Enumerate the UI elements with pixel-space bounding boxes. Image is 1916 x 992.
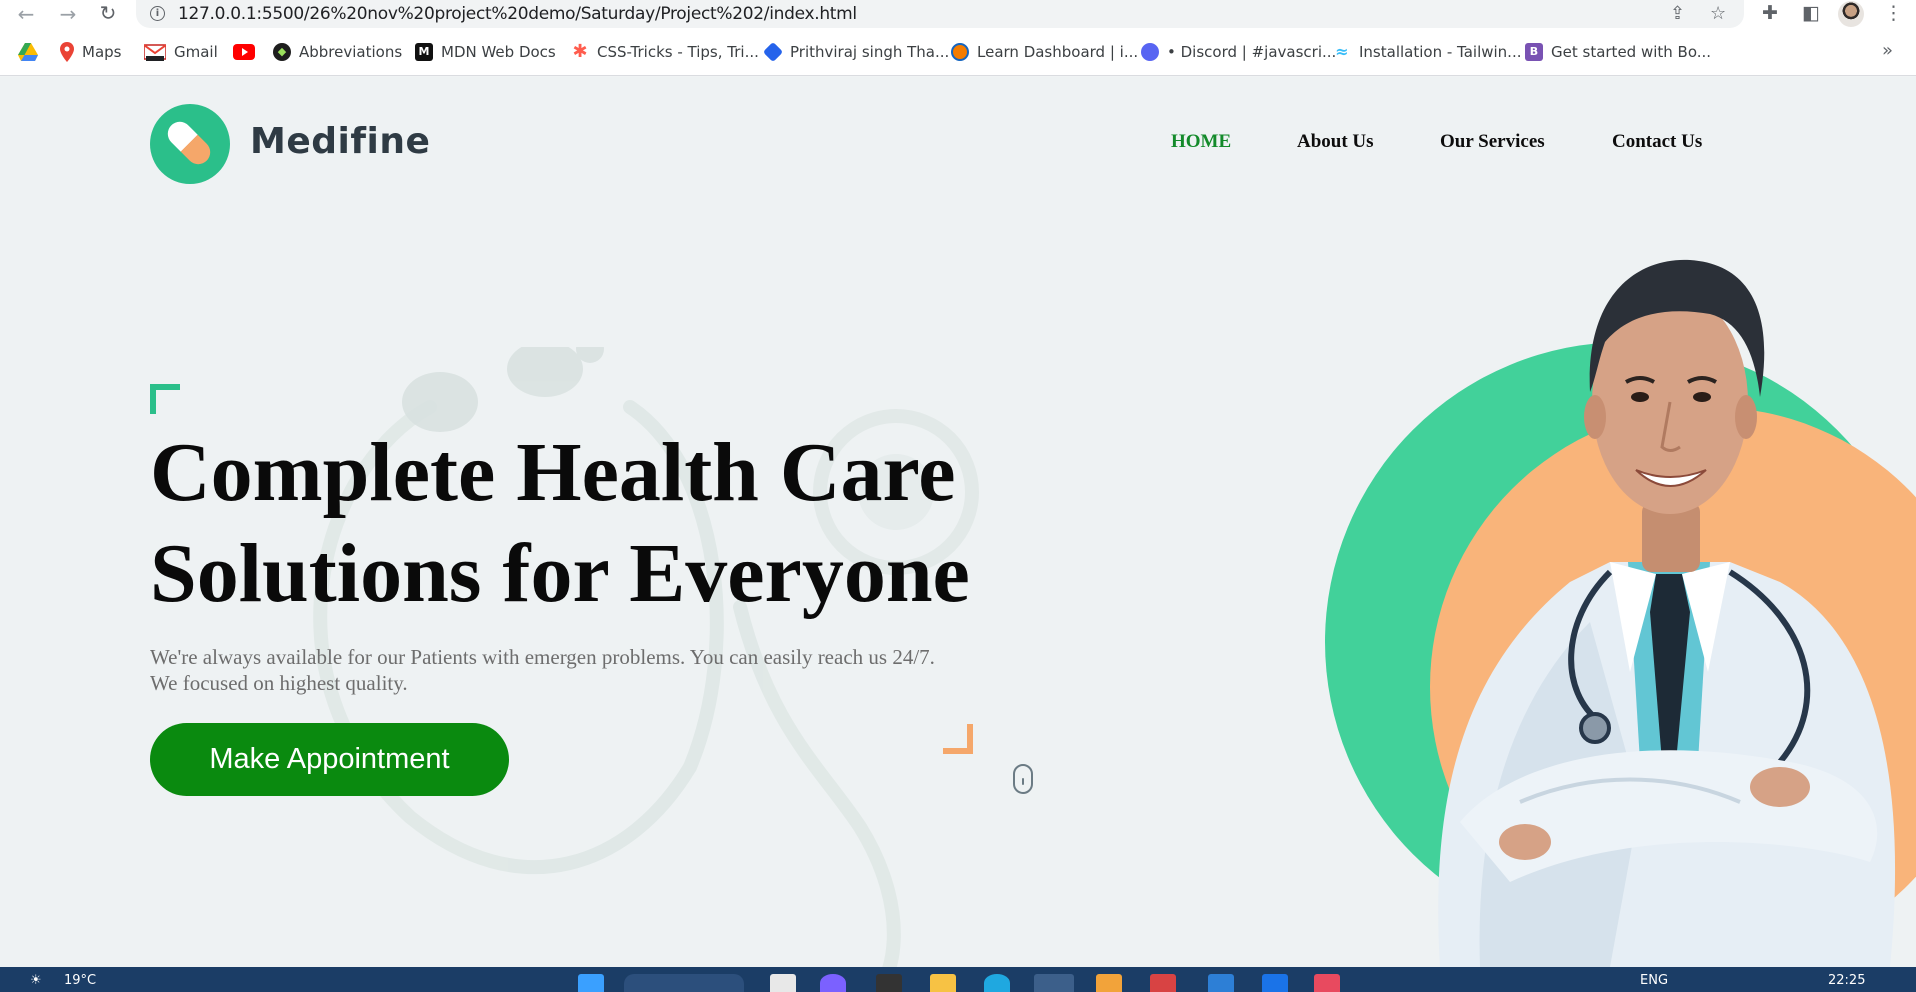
start-icon[interactable]	[578, 974, 604, 992]
weather-icon[interactable]: ☀	[30, 973, 42, 988]
chat-icon[interactable]	[820, 974, 846, 992]
extensions-icon[interactable]: ✚	[1762, 2, 1778, 24]
browser-toolbar: ← → ↻ i 127.0.0.1:5500/26%20nov%20projec…	[0, 0, 1916, 28]
nav-our-services[interactable]: Our Services	[1440, 131, 1545, 153]
tailwind-icon: ≈	[1335, 42, 1349, 61]
google-drive-icon	[18, 43, 38, 61]
bookmark-label: Abbreviations	[299, 43, 403, 61]
language-indicator[interactable]: ENG	[1640, 973, 1668, 988]
menu-kebab-icon[interactable]: ⋮	[1884, 2, 1903, 24]
bookmark-label: MDN Web Docs	[441, 43, 556, 61]
side-panel-icon[interactable]: ◧	[1802, 2, 1820, 24]
bookmarks-bar: Maps Gmail ◆ Abbreviations M MDN Web Doc…	[0, 28, 1916, 76]
css-tricks-icon: ✱	[572, 41, 588, 62]
forward-arrow-icon[interactable]: →	[56, 2, 80, 26]
terminal-icon[interactable]	[876, 974, 902, 992]
folder-icon[interactable]	[930, 974, 956, 992]
bookmarks-more-button[interactable]: »	[1882, 40, 1893, 61]
learn-icon	[951, 43, 969, 61]
nav-contact-us[interactable]: Contact Us	[1612, 131, 1702, 153]
search-box[interactable]	[624, 974, 744, 992]
doctor-hero-image	[1325, 259, 1916, 967]
hero-title: Complete Health Care Solutions for Every…	[150, 422, 1050, 624]
clock-time[interactable]: 22:25	[1828, 973, 1865, 988]
corner-accent-top-left	[150, 384, 180, 414]
bookmark-youtube[interactable]	[233, 40, 255, 64]
bootstrap-icon: B	[1525, 43, 1543, 61]
url-text[interactable]: 127.0.0.1:5500/26%20nov%20project%20demo…	[178, 4, 857, 24]
bookmark-label: Gmail	[174, 43, 218, 61]
abbreviations-icon: ◆	[273, 43, 291, 61]
calendar-icon[interactable]	[1314, 974, 1340, 992]
mdn-icon: M	[415, 43, 433, 61]
bookmark-bootstrap[interactable]: B Get started with Bo...	[1525, 40, 1711, 64]
bookmark-prithviraj[interactable]: Prithviraj singh Tha...	[762, 40, 950, 64]
app-icon[interactable]	[1150, 974, 1176, 992]
brand-logo-icon[interactable]	[150, 104, 230, 184]
app-icon[interactable]	[1262, 974, 1288, 992]
make-appointment-button[interactable]: Make Appointment	[150, 723, 509, 796]
bookmark-label: Prithviraj singh Tha...	[790, 43, 950, 61]
bookmark-gmail[interactable]: Gmail	[144, 40, 218, 64]
bookmark-mdn[interactable]: M MDN Web Docs	[415, 40, 556, 64]
nav-about-us[interactable]: About Us	[1297, 131, 1374, 153]
bookmark-label: Learn Dashboard | i...	[977, 43, 1139, 61]
discord-icon	[1141, 43, 1159, 61]
hero-title-line: Complete Health Care	[150, 426, 956, 519]
profile-avatar[interactable]	[1838, 1, 1864, 27]
file-icon[interactable]	[770, 974, 796, 992]
bookmark-label: Installation - Tailwin...	[1359, 43, 1522, 61]
bookmark-abbreviations[interactable]: ◆ Abbreviations	[273, 40, 402, 64]
bookmark-maps[interactable]: Maps	[60, 40, 121, 64]
gmail-icon	[144, 44, 166, 61]
bookmark-label: • Discord | #javascri...	[1167, 43, 1337, 61]
youtube-icon	[233, 44, 255, 60]
hero-subtitle-line: We focused on highest quality.	[150, 671, 408, 695]
weather-temp[interactable]: 19°C	[64, 973, 96, 988]
hero-title-line: Solutions for Everyone	[150, 527, 970, 620]
nav-home[interactable]: HOME	[1171, 131, 1231, 153]
share-icon[interactable]: ⇪	[1670, 3, 1685, 24]
bookmark-google-drive[interactable]	[18, 40, 38, 64]
back-arrow-icon[interactable]: ←	[14, 2, 38, 26]
brand-name[interactable]: Medifine	[250, 121, 430, 162]
pill-icon	[162, 116, 216, 170]
bookmark-star-icon[interactable]: ☆	[1710, 3, 1726, 24]
address-bar[interactable]: i 127.0.0.1:5500/26%20nov%20project%20de…	[136, 0, 1744, 28]
scroll-mouse-icon	[1013, 764, 1033, 794]
bookmark-label: CSS-Tricks - Tips, Tri...	[597, 43, 759, 61]
bookmark-tailwind[interactable]: ≈ Installation - Tailwin...	[1333, 40, 1521, 64]
hero-subtitle: We're always available for our Patients …	[150, 644, 1030, 696]
corner-accent-bottom-right	[943, 724, 973, 754]
app-icon[interactable]	[1096, 974, 1122, 992]
bookmark-discord[interactable]: • Discord | #javascri...	[1141, 40, 1336, 64]
reload-icon[interactable]: ↻	[96, 1, 120, 25]
chrome-icon[interactable]	[1034, 974, 1074, 992]
hero-subtitle-line: We're always available for our Patients …	[150, 645, 935, 669]
edge-icon[interactable]	[984, 974, 1010, 992]
bookmark-label: Get started with Bo...	[1551, 43, 1712, 61]
site-info-icon[interactable]: i	[150, 6, 165, 21]
os-taskbar: ☀ 19°C ENG 22:25	[0, 967, 1916, 992]
bookmark-label: Maps	[82, 43, 122, 61]
vscode-icon[interactable]	[1208, 974, 1234, 992]
page-viewport: Medifine HOME About Us Our Services Cont…	[0, 77, 1916, 967]
diamond-icon	[762, 41, 784, 63]
bookmark-css-tricks[interactable]: ✱ CSS-Tricks - Tips, Tri...	[571, 40, 759, 64]
maps-icon	[60, 42, 74, 62]
bookmark-learn-dashboard[interactable]: Learn Dashboard | i...	[951, 40, 1138, 64]
